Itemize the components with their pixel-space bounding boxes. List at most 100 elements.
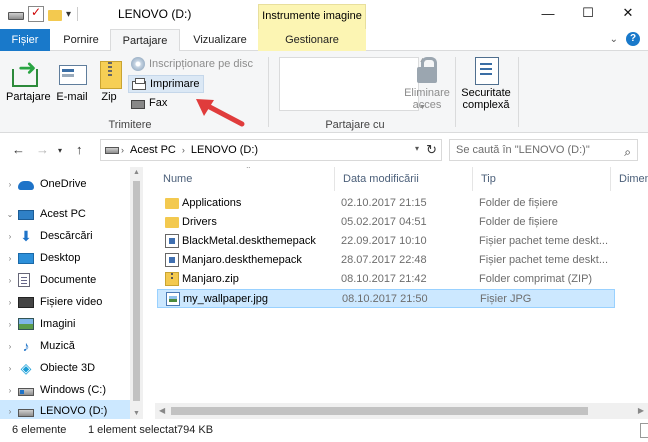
send-group-label: Trimitere bbox=[108, 119, 152, 131]
expand-ribbon-icon[interactable]: ⌄ bbox=[610, 34, 618, 45]
tab-home[interactable]: Pornire bbox=[52, 29, 110, 51]
share-button[interactable]: Partajare bbox=[6, 55, 51, 103]
tab-view[interactable]: Vizualizare bbox=[182, 29, 258, 51]
breadcrumb-drive[interactable]: LENOVO (D:) bbox=[187, 144, 262, 156]
nav-item-onedrive[interactable]: › OneDrive bbox=[0, 173, 143, 195]
nav-item-windows-drive[interactable]: › Windows (C:) bbox=[0, 379, 143, 401]
address-dropdown-icon[interactable]: ▾ bbox=[415, 144, 419, 153]
expand-icon[interactable]: › bbox=[4, 180, 16, 189]
nav-item-label: Imagini bbox=[40, 318, 76, 330]
collapse-icon[interactable]: ⌄ bbox=[4, 210, 16, 219]
expand-icon[interactable]: › bbox=[4, 364, 16, 373]
large-icons-view-icon[interactable] bbox=[640, 423, 648, 438]
scroll-up-icon[interactable]: ▲ bbox=[133, 169, 140, 176]
minimize-button[interactable]: — bbox=[528, 0, 568, 26]
scrollbar-thumb[interactable] bbox=[133, 181, 140, 401]
burn-disc-label: Inscripționare pe disc bbox=[149, 58, 253, 70]
remove-access-button[interactable]: Eliminare acces bbox=[400, 55, 454, 111]
nav-item-documents[interactable]: › Documente bbox=[0, 269, 143, 291]
file-row[interactable]: Manjaro.deskthemepack 28.07.2017 22:48 F… bbox=[157, 251, 615, 270]
nav-item-desktop[interactable]: › Desktop bbox=[0, 247, 143, 269]
expand-icon[interactable]: › bbox=[4, 254, 16, 263]
status-bar: 6 elemente 1 element selectat 794 KB bbox=[0, 419, 648, 442]
breadcrumb-this-pc[interactable]: Acest PC bbox=[126, 144, 180, 156]
print-label: Imprimare bbox=[150, 78, 200, 90]
file-row[interactable]: Manjaro.zip 08.10.2017 21:42 Folder comp… bbox=[157, 270, 615, 289]
file-type: Fișier pachet teme deskt... bbox=[479, 254, 608, 266]
folder-icon bbox=[165, 217, 179, 228]
column-header-size[interactable]: Dimensiune bbox=[611, 167, 648, 191]
downloads-icon: ⬇ bbox=[20, 228, 32, 244]
fax-label: Fax bbox=[149, 97, 168, 109]
scroll-right-icon[interactable]: ▶ bbox=[638, 406, 644, 415]
window-controls: — ☐ ✕ bbox=[528, 0, 648, 26]
security-icon bbox=[470, 55, 502, 85]
nav-item-downloads[interactable]: › ⬇ Descărcări bbox=[0, 225, 143, 247]
search-icon[interactable]: ⌕ bbox=[624, 142, 631, 162]
expand-icon[interactable]: › bbox=[4, 342, 16, 351]
tab-manage[interactable]: Gestionare bbox=[258, 29, 366, 51]
recent-locations-icon[interactable]: ▾ bbox=[58, 146, 62, 155]
file-row[interactable]: Applications 02.10.2017 21:15 Folder de … bbox=[157, 194, 615, 213]
expand-icon[interactable]: › bbox=[4, 276, 16, 285]
nav-item-this-pc[interactable]: ⌄ Acest PC bbox=[0, 203, 143, 225]
column-header-date[interactable]: Data modificării bbox=[335, 167, 473, 191]
tab-share[interactable]: Partajare bbox=[110, 29, 180, 52]
close-button[interactable]: ✕ bbox=[608, 0, 648, 26]
videos-icon bbox=[18, 297, 34, 308]
expand-icon[interactable]: › bbox=[4, 407, 16, 416]
zip-button[interactable]: Zip bbox=[94, 59, 124, 103]
nav-item-3d-objects[interactable]: › ◈ Obiecte 3D bbox=[0, 357, 143, 379]
nav-item-lenovo-drive[interactable]: › LENOVO (D:) bbox=[0, 400, 143, 419]
burn-disc-button[interactable]: Inscripționare pe disc bbox=[128, 55, 256, 73]
fax-button[interactable]: Fax bbox=[128, 94, 170, 112]
nav-item-music[interactable]: › ♪ Muzică bbox=[0, 335, 143, 357]
scroll-down-icon[interactable]: ▼ bbox=[133, 410, 140, 417]
file-date: 08.10.2017 21:42 bbox=[341, 273, 427, 285]
folder-icon bbox=[165, 198, 179, 209]
item-count: 6 elemente bbox=[12, 424, 67, 436]
up-button[interactable]: ↑ bbox=[76, 142, 83, 157]
expand-icon[interactable]: › bbox=[4, 386, 16, 395]
refresh-icon[interactable]: ↻ bbox=[426, 142, 437, 158]
expand-icon[interactable]: › bbox=[4, 232, 16, 241]
share-with-list[interactable] bbox=[279, 57, 419, 111]
desktop-icon bbox=[18, 253, 34, 264]
toolbar-divider bbox=[77, 7, 79, 21]
nav-pane-scrollbar[interactable]: ▲ ▼ bbox=[130, 167, 143, 419]
breadcrumb-chevron-icon[interactable]: › bbox=[180, 145, 187, 155]
zip-icon bbox=[165, 272, 179, 286]
expand-icon[interactable]: › bbox=[4, 320, 16, 329]
properties-icon[interactable] bbox=[28, 5, 44, 22]
lock-icon bbox=[411, 55, 443, 85]
expand-icon[interactable]: › bbox=[4, 298, 16, 307]
email-button[interactable]: E-mail bbox=[54, 59, 90, 103]
scroll-left-icon[interactable]: ◀ bbox=[159, 406, 165, 415]
print-button[interactable]: Imprimare bbox=[128, 75, 204, 93]
drive-icon bbox=[105, 146, 119, 154]
customize-toolbar-icon[interactable]: ▾ bbox=[66, 9, 71, 20]
file-row[interactable]: BlackMetal.deskthemepack 22.09.2017 10:1… bbox=[157, 232, 615, 251]
file-row-selected[interactable]: my_wallpaper.jpg 08.10.2017 21:50 Fișier… bbox=[157, 289, 615, 308]
advanced-security-button[interactable]: Securitate complexă bbox=[458, 55, 514, 111]
file-row[interactable]: Drivers 05.02.2017 04:51 Folder de fișie… bbox=[157, 213, 615, 232]
file-date: 28.07.2017 22:48 bbox=[341, 254, 427, 266]
maximize-button[interactable]: ☐ bbox=[568, 0, 608, 26]
back-button[interactable]: ← bbox=[12, 142, 25, 157]
search-input[interactable]: Se caută în "LENOVO (D:)" ⌕ bbox=[449, 139, 638, 161]
breadcrumb-chevron-icon[interactable]: › bbox=[119, 145, 126, 155]
horizontal-scrollbar[interactable]: ◀ ▶ bbox=[155, 403, 648, 419]
email-label: E-mail bbox=[56, 91, 88, 103]
tab-file[interactable]: Fișier bbox=[0, 29, 50, 51]
nav-item-videos[interactable]: › Fișiere video bbox=[0, 291, 143, 313]
forward-button[interactable]: → bbox=[36, 142, 49, 157]
column-header-type[interactable]: Tip bbox=[473, 167, 611, 191]
address-bar[interactable]: › Acest PC › LENOVO (D:) ▾ ↻ bbox=[100, 139, 442, 161]
nav-item-label: Muzică bbox=[40, 340, 75, 352]
sort-ascending-icon: ⌃ bbox=[245, 167, 252, 174]
help-icon[interactable]: ? bbox=[626, 32, 640, 46]
scrollbar-thumb[interactable] bbox=[171, 407, 588, 415]
nav-item-pictures[interactable]: › Imagini bbox=[0, 313, 143, 335]
new-folder-icon[interactable] bbox=[48, 10, 62, 21]
nav-item-label: OneDrive bbox=[40, 178, 87, 190]
